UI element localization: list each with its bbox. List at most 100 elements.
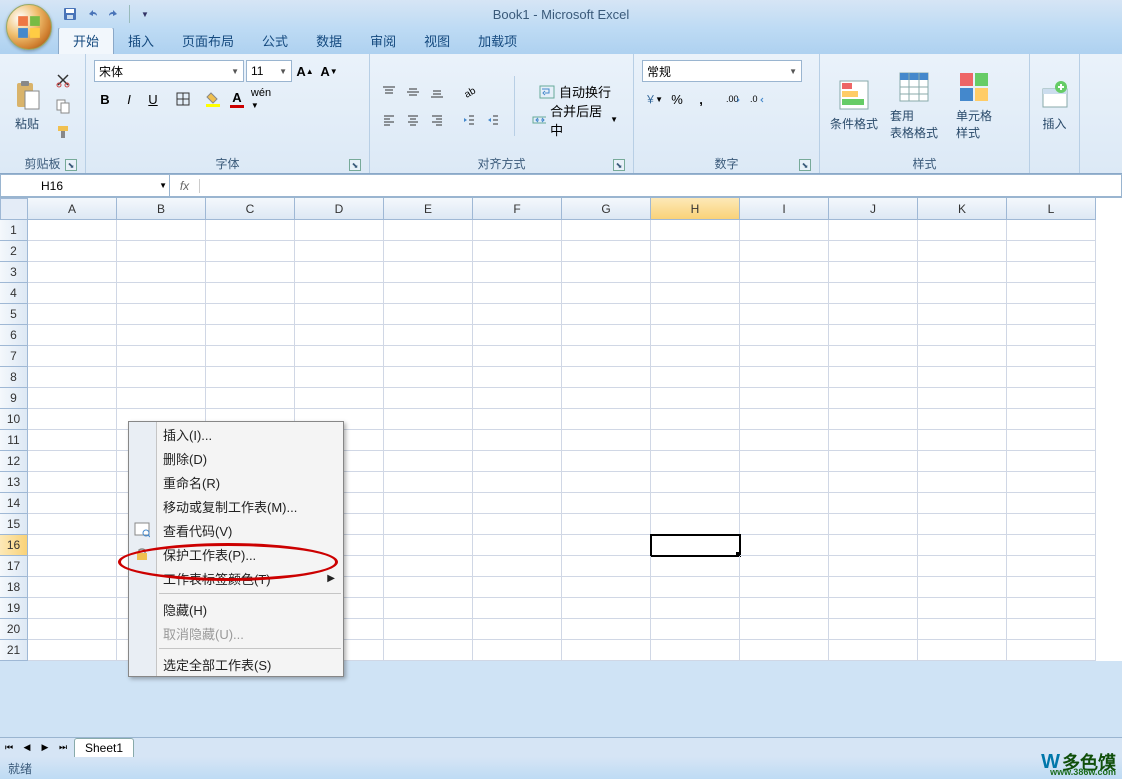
- cell[interactable]: [918, 619, 1007, 640]
- cell[interactable]: [740, 598, 829, 619]
- cell[interactable]: [1007, 346, 1096, 367]
- cell[interactable]: [28, 640, 117, 661]
- cell[interactable]: [562, 388, 651, 409]
- cell[interactable]: [562, 367, 651, 388]
- orientation-icon[interactable]: ab: [458, 81, 480, 103]
- alignment-launcher-icon[interactable]: ⬊: [613, 159, 625, 171]
- cell[interactable]: [651, 451, 740, 472]
- row-header[interactable]: 14: [0, 493, 28, 514]
- cell[interactable]: [829, 556, 918, 577]
- cell[interactable]: [562, 577, 651, 598]
- cell[interactable]: [295, 262, 384, 283]
- cell[interactable]: [206, 325, 295, 346]
- cell[interactable]: [117, 283, 206, 304]
- cell[interactable]: [918, 346, 1007, 367]
- column-header[interactable]: G: [562, 198, 651, 220]
- cell[interactable]: [740, 304, 829, 325]
- column-header[interactable]: I: [740, 198, 829, 220]
- row-header[interactable]: 13: [0, 472, 28, 493]
- row-header[interactable]: 17: [0, 556, 28, 577]
- cell[interactable]: [473, 367, 562, 388]
- cell[interactable]: [918, 388, 1007, 409]
- cell[interactable]: [918, 430, 1007, 451]
- cell[interactable]: [473, 535, 562, 556]
- column-header[interactable]: J: [829, 198, 918, 220]
- cell[interactable]: [28, 535, 117, 556]
- cell[interactable]: [473, 283, 562, 304]
- cell[interactable]: [206, 388, 295, 409]
- cell[interactable]: [28, 241, 117, 262]
- row-header[interactable]: 21: [0, 640, 28, 661]
- cell[interactable]: [384, 598, 473, 619]
- cell[interactable]: [829, 493, 918, 514]
- column-header[interactable]: A: [28, 198, 117, 220]
- cell[interactable]: [473, 241, 562, 262]
- cell[interactable]: [651, 220, 740, 241]
- cell[interactable]: [740, 451, 829, 472]
- row-header[interactable]: 10: [0, 409, 28, 430]
- cell[interactable]: [28, 472, 117, 493]
- cell[interactable]: [473, 304, 562, 325]
- cell[interactable]: [295, 241, 384, 262]
- cell[interactable]: [829, 262, 918, 283]
- row-header[interactable]: 1: [0, 220, 28, 241]
- clipboard-launcher-icon[interactable]: ⬊: [65, 159, 77, 171]
- cell[interactable]: [384, 577, 473, 598]
- cell[interactable]: [562, 514, 651, 535]
- cell[interactable]: [28, 304, 117, 325]
- cell[interactable]: [918, 367, 1007, 388]
- cell[interactable]: [918, 514, 1007, 535]
- cell[interactable]: [829, 640, 918, 661]
- cell[interactable]: [1007, 472, 1096, 493]
- cell[interactable]: [829, 451, 918, 472]
- cell[interactable]: [206, 220, 295, 241]
- cell[interactable]: [562, 472, 651, 493]
- cell[interactable]: [829, 220, 918, 241]
- cell[interactable]: [384, 535, 473, 556]
- cell[interactable]: [740, 577, 829, 598]
- align-middle-icon[interactable]: [402, 81, 424, 103]
- cell[interactable]: [384, 367, 473, 388]
- cell[interactable]: [1007, 388, 1096, 409]
- cell[interactable]: [651, 430, 740, 451]
- cell[interactable]: [918, 472, 1007, 493]
- cell[interactable]: [918, 598, 1007, 619]
- cell[interactable]: [384, 304, 473, 325]
- cell[interactable]: [740, 640, 829, 661]
- border-icon[interactable]: [172, 88, 194, 110]
- cell[interactable]: [117, 304, 206, 325]
- cell[interactable]: [651, 598, 740, 619]
- cell[interactable]: [651, 535, 740, 556]
- format-as-table-button[interactable]: 套用 表格格式: [884, 63, 944, 149]
- tab-view[interactable]: 视图: [410, 27, 464, 54]
- cell[interactable]: [829, 304, 918, 325]
- bold-button[interactable]: B: [94, 88, 116, 110]
- underline-button[interactable]: U: [142, 88, 164, 110]
- comma-icon[interactable]: ,: [690, 88, 712, 110]
- cell[interactable]: [651, 325, 740, 346]
- font-size-combo[interactable]: 11▼: [246, 60, 292, 82]
- row-header[interactable]: 4: [0, 283, 28, 304]
- cell[interactable]: [117, 388, 206, 409]
- cell[interactable]: [918, 640, 1007, 661]
- cell[interactable]: [918, 535, 1007, 556]
- cell[interactable]: [117, 325, 206, 346]
- increase-indent-icon[interactable]: [482, 109, 504, 131]
- cell[interactable]: [562, 640, 651, 661]
- name-box[interactable]: H16▼: [0, 174, 170, 197]
- cell[interactable]: [829, 514, 918, 535]
- column-header[interactable]: H: [651, 198, 740, 220]
- cell[interactable]: [473, 451, 562, 472]
- row-header[interactable]: 11: [0, 430, 28, 451]
- align-center-icon[interactable]: [402, 109, 424, 131]
- insert-cells-button[interactable]: 插入: [1036, 63, 1073, 149]
- cell[interactable]: [28, 283, 117, 304]
- cell[interactable]: [1007, 535, 1096, 556]
- cell[interactable]: [117, 367, 206, 388]
- cell[interactable]: [473, 430, 562, 451]
- menu-move-copy[interactable]: 移动或复制工作表(M)...: [129, 494, 343, 518]
- cell[interactable]: [918, 304, 1007, 325]
- cell[interactable]: [28, 346, 117, 367]
- cell[interactable]: [829, 430, 918, 451]
- cell[interactable]: [1007, 640, 1096, 661]
